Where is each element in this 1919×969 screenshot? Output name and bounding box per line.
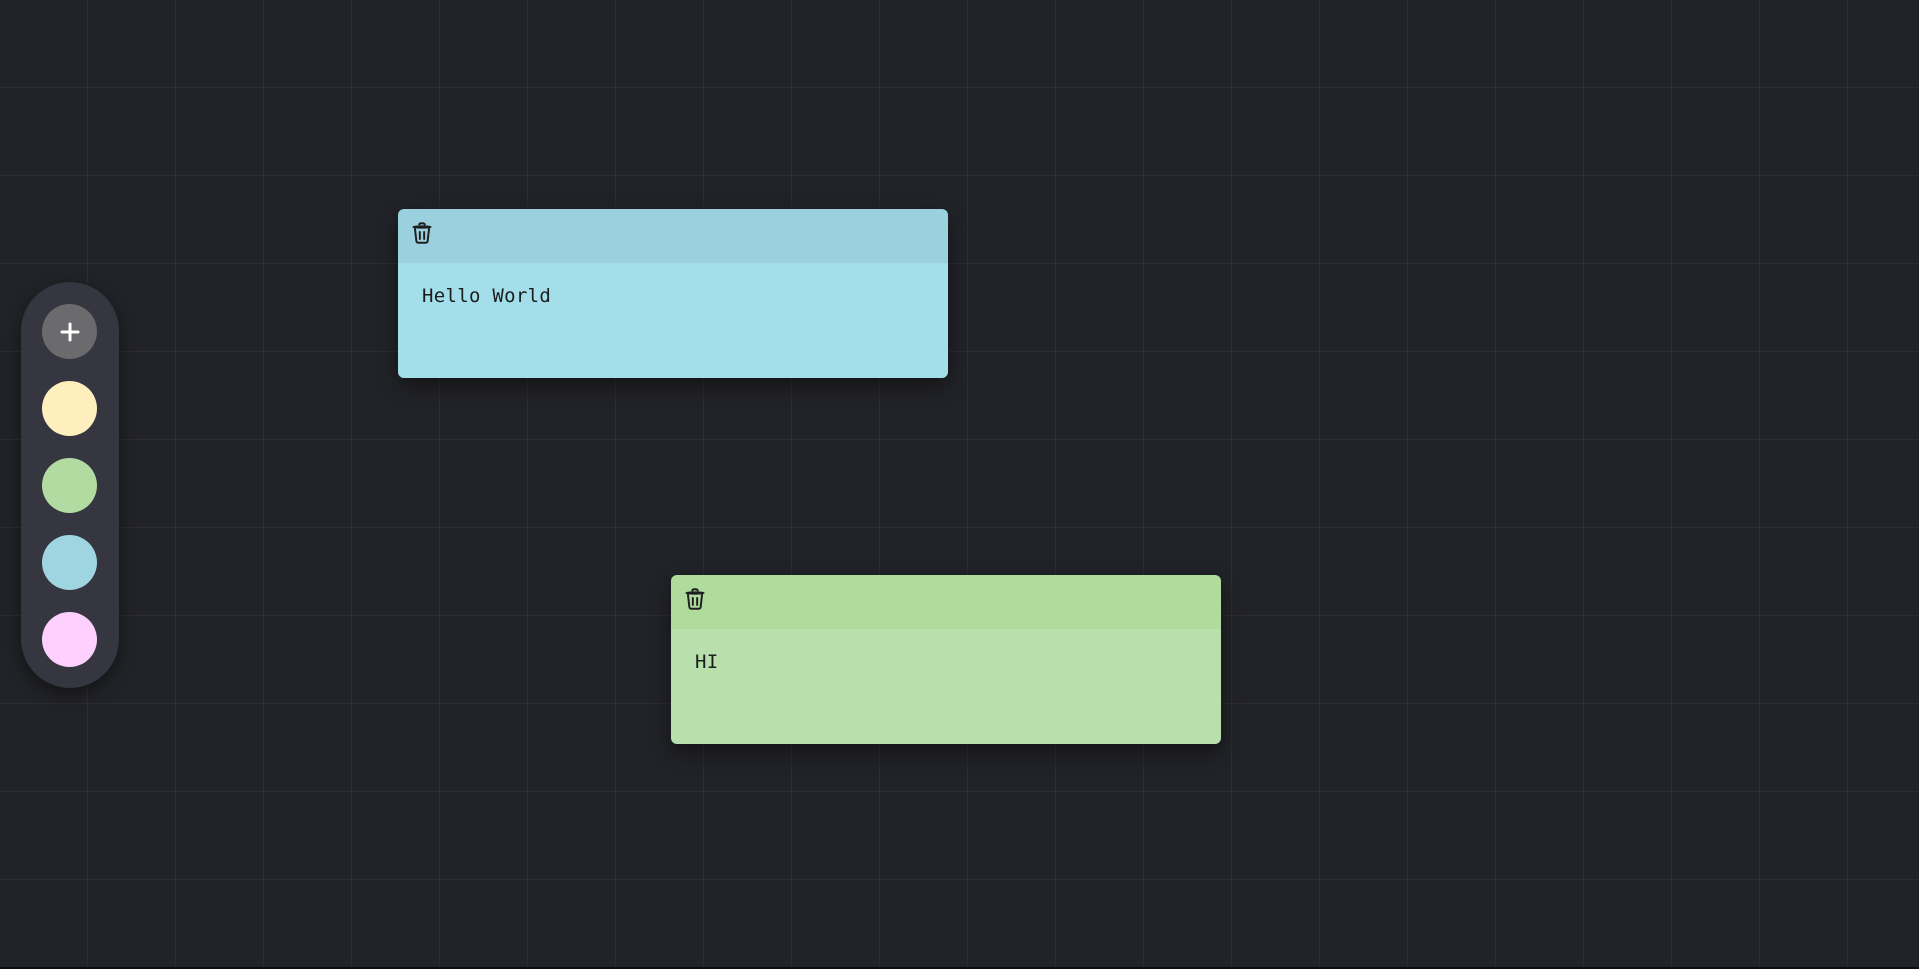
note-body[interactable]: Hello World: [398, 263, 948, 378]
sticky-note[interactable]: Hello World: [398, 209, 948, 378]
note-body[interactable]: HI: [671, 629, 1221, 744]
note-header[interactable]: [671, 575, 1221, 629]
trash-icon: [412, 222, 432, 244]
delete-note-button[interactable]: [408, 219, 436, 247]
color-swatch-green[interactable]: [42, 458, 97, 513]
note-text[interactable]: Hello World: [422, 285, 551, 307]
color-swatch-pink[interactable]: [42, 612, 97, 667]
board-canvas[interactable]: [0, 0, 1919, 967]
add-note-button[interactable]: [42, 304, 97, 359]
trash-icon: [685, 588, 705, 610]
color-toolbar: [21, 282, 119, 688]
sticky-note[interactable]: HI: [671, 575, 1221, 744]
note-text[interactable]: HI: [695, 651, 718, 673]
color-swatch-yellow[interactable]: [42, 381, 97, 436]
color-swatch-blue[interactable]: [42, 535, 97, 590]
note-header[interactable]: [398, 209, 948, 263]
delete-note-button[interactable]: [681, 585, 709, 613]
plus-icon: [60, 322, 79, 341]
